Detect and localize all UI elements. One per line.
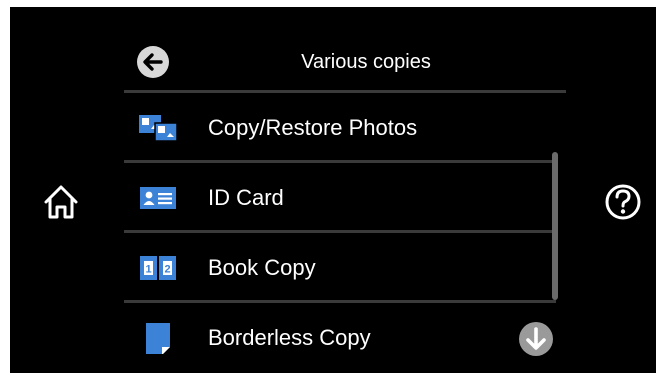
scroll-down-button[interactable] bbox=[516, 319, 556, 359]
menu-item-label: Borderless Copy bbox=[208, 325, 371, 350]
printer-screen: Various copies Copy/Restore Photos ID Ca… bbox=[10, 7, 656, 373]
scrollbar[interactable] bbox=[552, 152, 558, 300]
menu-item-borderless-copy[interactable]: Borderless Copy bbox=[124, 303, 556, 373]
photos-icon bbox=[139, 115, 178, 142]
help-button[interactable] bbox=[596, 175, 650, 229]
menu-list: Copy/Restore Photos ID Card 1 2 Book Cop… bbox=[124, 93, 556, 373]
book-icon: 1 2 bbox=[140, 256, 176, 280]
id-card-icon bbox=[140, 187, 176, 209]
menu-item-id-card[interactable]: ID Card bbox=[124, 163, 556, 233]
arrow-down-icon bbox=[519, 322, 553, 356]
document-icon bbox=[146, 323, 170, 354]
question-mark-icon bbox=[605, 184, 641, 220]
home-icon bbox=[44, 185, 78, 219]
page-title: Various copies bbox=[301, 51, 431, 73]
svg-text:1: 1 bbox=[145, 264, 151, 276]
svg-text:2: 2 bbox=[164, 264, 170, 276]
home-button[interactable] bbox=[34, 175, 88, 229]
menu-item-copy-restore-photos[interactable]: Copy/Restore Photos bbox=[124, 93, 556, 163]
menu-item-label: Copy/Restore Photos bbox=[208, 115, 418, 140]
menu-item-label: ID Card bbox=[208, 185, 284, 210]
menu-item-label: Book Copy bbox=[208, 255, 316, 280]
menu-item-book-copy[interactable]: 1 2 Book Copy bbox=[124, 233, 556, 303]
header: Various copies bbox=[124, 37, 566, 89]
